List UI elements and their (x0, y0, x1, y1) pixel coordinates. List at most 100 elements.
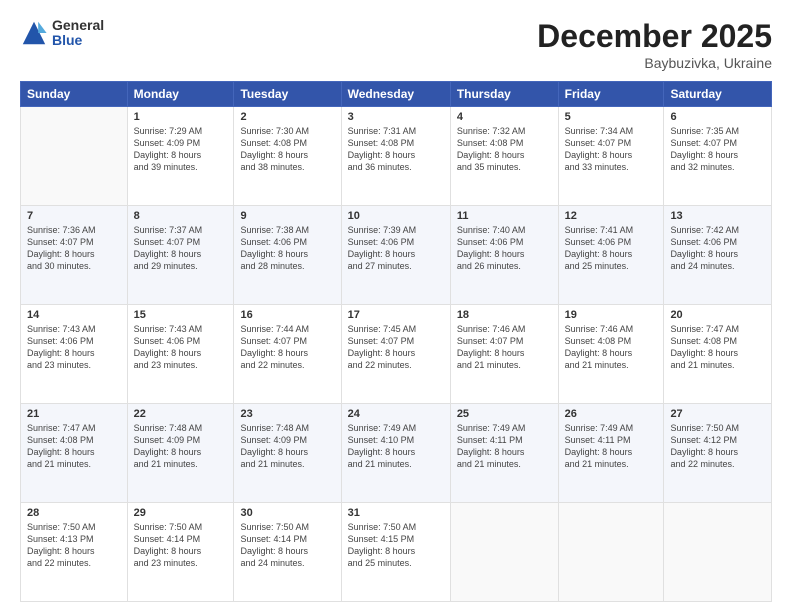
day-number: 8 (134, 210, 228, 222)
table-row: 23Sunrise: 7:48 AM Sunset: 4:09 PM Dayli… (234, 404, 341, 503)
day-info: Sunrise: 7:47 AM Sunset: 4:08 PM Dayligh… (27, 422, 121, 471)
calendar-week-row: 1 Sunrise: 7:29 AM Sunset: 4:09 PM Daylig… (21, 107, 772, 206)
table-row (664, 503, 772, 602)
table-row: 19Sunrise: 7:46 AM Sunset: 4:08 PM Dayli… (558, 305, 664, 404)
table-row: 13 Sunrise: 7:42 AM Sunset: 4:06 PM Dayli… (664, 206, 772, 305)
table-row: 24 Sunrise: 7:49 AM Sunset: 4:10 PM Dayli… (341, 404, 450, 503)
logo-blue-text: Blue (52, 33, 104, 48)
header-tuesday: Tuesday (234, 82, 341, 107)
day-number: 6 (670, 111, 765, 123)
header-monday: Monday (127, 82, 234, 107)
weekday-header-row: Sunday Monday Tuesday Wednesday Thursday… (21, 82, 772, 107)
day-info: Sunrise: 7:49 AM Sunset: 4:11 PM Dayligh… (565, 422, 658, 471)
table-row: 26Sunrise: 7:49 AM Sunset: 4:11 PM Dayli… (558, 404, 664, 503)
table-row: 29 Sunrise: 7:50 AM Sunset: 4:14 PM Dayli… (127, 503, 234, 602)
day-info: Sunrise: 7:29 AM Sunset: 4:09 PM Dayligh… (134, 125, 228, 174)
table-row: 17 Sunrise: 7:45 AM Sunset: 4:07 PM Dayli… (341, 305, 450, 404)
header-friday: Friday (558, 82, 664, 107)
table-row: 11 Sunrise: 7:40 AM Sunset: 4:06 PM Dayli… (450, 206, 558, 305)
day-info: Sunrise: 7:50 AM Sunset: 4:14 PM Dayligh… (240, 521, 334, 570)
day-number: 13 (670, 210, 765, 222)
table-row (558, 503, 664, 602)
table-row: 31Sunrise: 7:50 AM Sunset: 4:15 PM Dayli… (341, 503, 450, 602)
day-number: 1 (134, 111, 228, 123)
day-number: 11 (457, 210, 552, 222)
day-number: 15 (134, 309, 228, 321)
day-info: Sunrise: 7:35 AM Sunset: 4:07 PM Dayligh… (670, 125, 765, 174)
table-row: 30 Sunrise: 7:50 AM Sunset: 4:14 PM Dayli… (234, 503, 341, 602)
day-info: Sunrise: 7:32 AM Sunset: 4:08 PM Dayligh… (457, 125, 552, 174)
table-row: 7 Sunrise: 7:36 AM Sunset: 4:07 PM Daylig… (21, 206, 128, 305)
table-row: 20Sunrise: 7:47 AM Sunset: 4:08 PM Dayli… (664, 305, 772, 404)
table-row: 2 Sunrise: 7:30 AM Sunset: 4:08 PM Daylig… (234, 107, 341, 206)
day-info: Sunrise: 7:48 AM Sunset: 4:09 PM Dayligh… (134, 422, 228, 471)
logo-icon (20, 19, 48, 47)
day-number: 24 (348, 408, 444, 420)
day-number: 10 (348, 210, 444, 222)
header-wednesday: Wednesday (341, 82, 450, 107)
month-title: December 2025 (537, 18, 772, 55)
header: General Blue December 2025 Baybuzivka, U… (20, 18, 772, 71)
table-row: 1 Sunrise: 7:29 AM Sunset: 4:09 PM Daylig… (127, 107, 234, 206)
day-info: Sunrise: 7:41 AM Sunset: 4:06 PM Dayligh… (565, 224, 658, 273)
day-info: Sunrise: 7:34 AM Sunset: 4:07 PM Dayligh… (565, 125, 658, 174)
day-info: Sunrise: 7:42 AM Sunset: 4:06 PM Dayligh… (670, 224, 765, 273)
day-info: Sunrise: 7:36 AM Sunset: 4:07 PM Dayligh… (27, 224, 121, 273)
day-info: Sunrise: 7:45 AM Sunset: 4:07 PM Dayligh… (348, 323, 444, 372)
day-number: 17 (348, 309, 444, 321)
table-row: 4 Sunrise: 7:32 AM Sunset: 4:08 PM Daylig… (450, 107, 558, 206)
day-info: Sunrise: 7:50 AM Sunset: 4:13 PM Dayligh… (27, 521, 121, 570)
day-info: Sunrise: 7:44 AM Sunset: 4:07 PM Dayligh… (240, 323, 334, 372)
table-row: 22 Sunrise: 7:48 AM Sunset: 4:09 PM Dayli… (127, 404, 234, 503)
day-number: 23 (240, 408, 334, 420)
day-info: Sunrise: 7:40 AM Sunset: 4:06 PM Dayligh… (457, 224, 552, 273)
table-row: 8 Sunrise: 7:37 AM Sunset: 4:07 PM Daylig… (127, 206, 234, 305)
logo-general-text: General (52, 18, 104, 33)
table-row: 28 Sunrise: 7:50 AM Sunset: 4:13 PM Dayli… (21, 503, 128, 602)
logo-text: General Blue (52, 18, 104, 49)
table-row: 21 Sunrise: 7:47 AM Sunset: 4:08 PM Dayli… (21, 404, 128, 503)
day-number: 12 (565, 210, 658, 222)
table-row: 14Sunrise: 7:43 AM Sunset: 4:06 PM Dayli… (21, 305, 128, 404)
header-sunday: Sunday (21, 82, 128, 107)
table-row: 10Sunrise: 7:39 AM Sunset: 4:06 PM Dayli… (341, 206, 450, 305)
day-number: 21 (27, 408, 121, 420)
day-number: 28 (27, 507, 121, 519)
header-thursday: Thursday (450, 82, 558, 107)
table-row: 9Sunrise: 7:38 AM Sunset: 4:06 PM Daylig… (234, 206, 341, 305)
day-info: Sunrise: 7:50 AM Sunset: 4:15 PM Dayligh… (348, 521, 444, 570)
day-number: 7 (27, 210, 121, 222)
day-number: 3 (348, 111, 444, 123)
table-row: 5 Sunrise: 7:34 AM Sunset: 4:07 PM Daylig… (558, 107, 664, 206)
day-number: 14 (27, 309, 121, 321)
table-row: 12 Sunrise: 7:41 AM Sunset: 4:06 PM Dayli… (558, 206, 664, 305)
day-number: 5 (565, 111, 658, 123)
day-number: 25 (457, 408, 552, 420)
day-number: 30 (240, 507, 334, 519)
table-row: 18Sunrise: 7:46 AM Sunset: 4:07 PM Dayli… (450, 305, 558, 404)
title-section: December 2025 Baybuzivka, Ukraine (537, 18, 772, 71)
day-number: 16 (240, 309, 334, 321)
table-row (21, 107, 128, 206)
day-info: Sunrise: 7:43 AM Sunset: 4:06 PM Dayligh… (134, 323, 228, 372)
table-row: 15 Sunrise: 7:43 AM Sunset: 4:06 PM Dayli… (127, 305, 234, 404)
day-info: Sunrise: 7:37 AM Sunset: 4:07 PM Dayligh… (134, 224, 228, 273)
table-row: 25 Sunrise: 7:49 AM Sunset: 4:11 PM Dayli… (450, 404, 558, 503)
day-number: 20 (670, 309, 765, 321)
calendar-week-row: 7 Sunrise: 7:36 AM Sunset: 4:07 PM Daylig… (21, 206, 772, 305)
day-info: Sunrise: 7:46 AM Sunset: 4:08 PM Dayligh… (565, 323, 658, 372)
calendar-week-row: 14 Sunrise: 7:43 AM Sunset: 4:06 PM Dayli… (21, 305, 772, 404)
day-number: 2 (240, 111, 334, 123)
day-number: 22 (134, 408, 228, 420)
day-number: 9 (240, 210, 334, 222)
day-info: Sunrise: 7:49 AM Sunset: 4:10 PM Dayligh… (348, 422, 444, 471)
day-info: Sunrise: 7:50 AM Sunset: 4:14 PM Dayligh… (134, 521, 228, 570)
table-row: 3Sunrise: 7:31 AM Sunset: 4:08 PM Daylig… (341, 107, 450, 206)
calendar-page: General Blue December 2025 Baybuzivka, U… (0, 0, 792, 612)
day-info: Sunrise: 7:30 AM Sunset: 4:08 PM Dayligh… (240, 125, 334, 174)
day-number: 4 (457, 111, 552, 123)
day-number: 27 (670, 408, 765, 420)
day-number: 29 (134, 507, 228, 519)
calendar-week-row: 21 Sunrise: 7:47 AM Sunset: 4:08 PM Dayli… (21, 404, 772, 503)
day-info: Sunrise: 7:49 AM Sunset: 4:11 PM Dayligh… (457, 422, 552, 471)
